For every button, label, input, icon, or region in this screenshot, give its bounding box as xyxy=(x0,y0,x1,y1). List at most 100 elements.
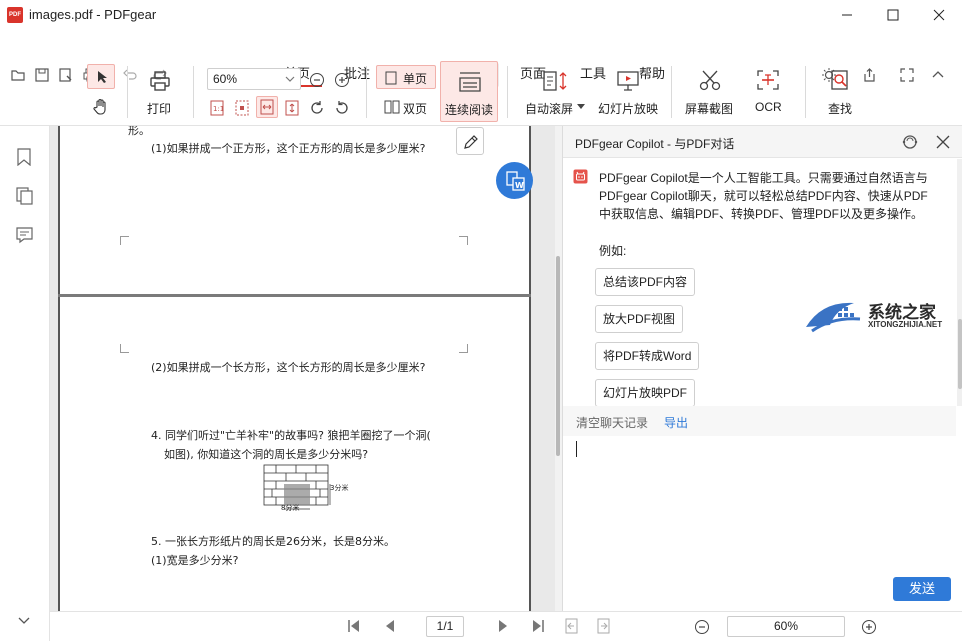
next-view-icon[interactable] xyxy=(596,617,612,635)
chat-actions: 清空聊天记录 导出 xyxy=(563,406,956,436)
ocr-label[interactable]: OCR xyxy=(755,100,782,114)
rotate-clockwise-icon[interactable] xyxy=(309,100,325,116)
auto-scroll-icon[interactable] xyxy=(542,70,568,92)
double-page-label[interactable]: 双页 xyxy=(403,100,427,117)
fit-height-icon[interactable] xyxy=(285,100,299,116)
single-page-button[interactable]: 单页 xyxy=(376,65,436,89)
document-viewer[interactable]: 形。 (1)如果拼成一个正方形，这个正方形的周长是多少厘米? (2)如果拼成一个… xyxy=(50,126,562,611)
support-icon[interactable] xyxy=(901,133,919,151)
doc-text: 形。 xyxy=(128,126,150,137)
edit-text-button[interactable] xyxy=(456,127,484,155)
crop-mark xyxy=(459,344,468,353)
watermark: 系统之家 XITONGZHIJIA.NET xyxy=(802,295,952,337)
last-page-icon[interactable] xyxy=(530,618,546,634)
menu-bar: 首页 批注 编辑 表单 页面 工具 帮助 xyxy=(0,30,962,87)
pdf-page: (2)如果拼成一个长方形，这个长方形的周长是多少厘米? 4. 同学们听过"亡羊补… xyxy=(58,297,531,611)
first-page-icon[interactable] xyxy=(346,618,362,634)
page-number-field[interactable]: 1/1 xyxy=(426,616,464,637)
close-panel-icon[interactable] xyxy=(936,135,950,149)
fit-page-icon[interactable] xyxy=(235,100,249,116)
clear-history-link[interactable]: 清空聊天记录 xyxy=(576,414,648,431)
separator xyxy=(193,66,194,118)
zoom-in-icon[interactable] xyxy=(861,619,877,635)
bookmark-icon[interactable] xyxy=(16,148,32,166)
auto-scroll-label[interactable]: 自动滚屏 xyxy=(525,100,573,117)
watermark-url: XITONGZHIJIA.NET xyxy=(868,320,943,329)
maximize-icon xyxy=(887,9,899,21)
copilot-title: PDFgear Copilot - 与PDF对话 xyxy=(575,137,735,151)
convert-to-word-icon: W xyxy=(506,171,525,191)
suggestion-chip[interactable]: 总结该PDF内容 xyxy=(595,268,696,296)
send-button[interactable]: 发送 xyxy=(893,577,951,601)
continuous-reading-button[interactable]: 连续阅读 xyxy=(440,61,498,122)
separator xyxy=(507,66,508,118)
comment-icon[interactable] xyxy=(16,226,34,244)
minimize-icon xyxy=(842,14,852,16)
maximize-button[interactable] xyxy=(870,0,916,30)
find-icon[interactable] xyxy=(829,69,851,91)
close-icon xyxy=(933,9,945,21)
continuous-reading-icon xyxy=(459,72,481,92)
scrollbar-thumb[interactable] xyxy=(556,256,560,456)
chevron-down-icon[interactable] xyxy=(17,616,31,626)
chat-scrollbar[interactable] xyxy=(957,159,962,406)
screenshot-icon[interactable] xyxy=(698,69,722,91)
figure-height-label: 3分米 xyxy=(330,484,349,492)
slideshow-icon[interactable] xyxy=(616,70,640,92)
export-link[interactable]: 导出 xyxy=(664,414,688,431)
zoom-out-icon[interactable] xyxy=(694,619,710,635)
zoom-out-icon[interactable] xyxy=(309,72,325,88)
copilot-header: PDFgear Copilot - 与PDF对话 xyxy=(563,126,962,158)
suggestion-chip[interactable]: 放大PDF视图 xyxy=(595,305,684,333)
intro-line: PDFgear Copilot聊天，就可以轻松总结PDF内容、快速从PDF xyxy=(599,189,928,203)
fit-width-button[interactable] xyxy=(256,96,278,118)
print-icon[interactable] xyxy=(149,70,171,92)
convert-to-word-button[interactable]: W xyxy=(496,162,533,199)
zoom-value: 60% xyxy=(213,72,238,86)
separator xyxy=(671,66,672,118)
doc-text: (2)如果拼成一个长方形，这个长方形的周长是多少厘米? xyxy=(151,361,426,374)
slideshow-label[interactable]: 幻灯片放映 xyxy=(598,100,658,117)
fit-width-icon xyxy=(260,99,274,115)
status-bar: 1/1 60% xyxy=(50,611,962,641)
watermark-logo xyxy=(806,302,861,333)
svg-text:1:1: 1:1 xyxy=(213,105,224,113)
figure-width-label: 8分米 xyxy=(281,504,300,512)
svg-text:W: W xyxy=(515,181,524,190)
previous-view-icon[interactable] xyxy=(564,617,580,635)
doc-text: 如图), 你知道这个洞的周长是多少分米吗? xyxy=(164,448,369,461)
previous-page-icon[interactable] xyxy=(383,618,397,634)
separator xyxy=(127,66,128,118)
double-page-icon[interactable] xyxy=(384,100,400,114)
find-label[interactable]: 查找 xyxy=(828,100,852,117)
close-window-button[interactable] xyxy=(916,0,962,30)
select-tool-button[interactable] xyxy=(87,64,115,89)
separator xyxy=(366,66,367,118)
example-label: 例如: xyxy=(599,244,627,258)
single-page-icon xyxy=(385,71,397,85)
ocr-icon[interactable] xyxy=(756,69,780,91)
page-total: /1 xyxy=(443,619,454,633)
screenshot-label[interactable]: 屏幕截图 xyxy=(685,100,733,117)
doc-text: (1)宽是多少分米? xyxy=(151,554,239,567)
chevron-down-icon[interactable] xyxy=(577,104,585,110)
single-page-label: 单页 xyxy=(403,72,428,86)
scrollbar-thumb[interactable] xyxy=(958,319,962,389)
actual-size-icon[interactable]: 1:1 xyxy=(210,100,224,116)
zoom-select[interactable]: 60% xyxy=(207,68,301,90)
status-zoom-field[interactable]: 60% xyxy=(727,616,845,637)
hand-tool-icon[interactable] xyxy=(93,98,109,116)
next-page-icon[interactable] xyxy=(496,618,510,634)
intro-line: PDFgear Copilot是一个人工智能工具。只需要通过自然语言与 xyxy=(599,171,928,185)
zoom-in-icon[interactable] xyxy=(334,72,350,88)
rotate-counterclockwise-icon[interactable] xyxy=(334,100,350,116)
suggestion-chip[interactable]: 将PDF转成Word xyxy=(595,342,700,370)
copilot-bot-icon xyxy=(573,169,588,184)
print-label[interactable]: 打印 xyxy=(147,100,171,117)
thumbnails-icon[interactable] xyxy=(16,187,34,205)
intro-line: 中获取信息、编辑PDF、转换PDF、管理PDF以及更多操作。 xyxy=(599,207,924,221)
minimize-button[interactable] xyxy=(824,0,870,30)
suggestion-chip[interactable]: 幻灯片放映PDF xyxy=(595,379,696,407)
document-scrollbar[interactable] xyxy=(555,126,562,611)
crop-mark xyxy=(120,236,129,245)
